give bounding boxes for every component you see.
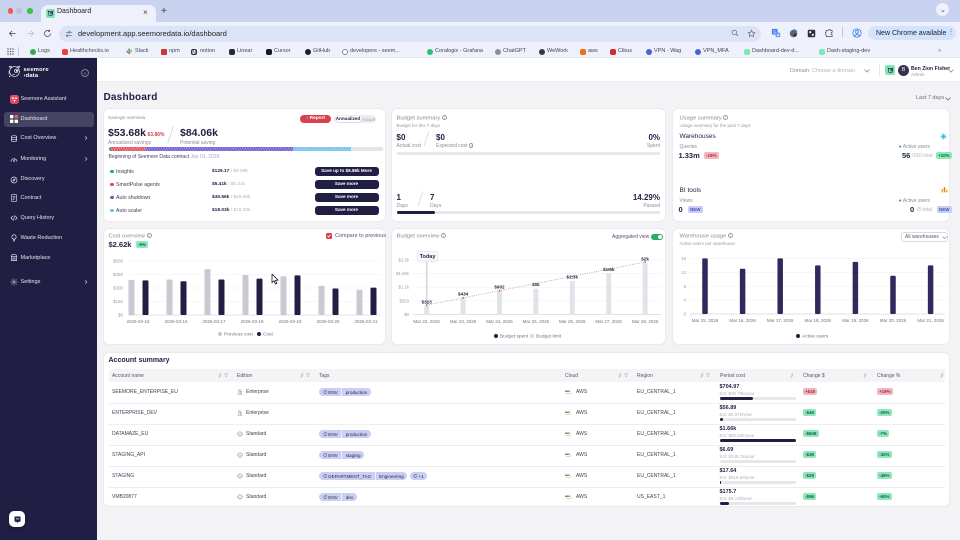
svg-text:$150: $150: [113, 299, 124, 304]
svg-text:aws: aws: [565, 474, 571, 477]
svg-text:Mar 18, 2026: Mar 18, 2026: [805, 318, 832, 323]
svg-text:Active users: Active users: [802, 334, 829, 340]
svg-text:$2k: $2k: [641, 257, 649, 262]
svg-text:Mar 17, 2026: Mar 17, 2026: [767, 318, 794, 323]
svg-text:$450: $450: [113, 272, 124, 277]
svg-text:$0: $0: [118, 313, 124, 318]
svg-text:2026-03-20: 2026-03-20: [316, 319, 340, 324]
svg-text:Mar 20, 2026: Mar 20, 2026: [880, 318, 907, 323]
svg-text:Cost: Cost: [263, 332, 274, 338]
svg-text:$902: $902: [494, 285, 505, 290]
svg-text:Mar 16, 2026: Mar 16, 2026: [729, 318, 756, 323]
svg-text:$1.1k: $1.1k: [398, 285, 409, 290]
svg-text:Mar 27, 2026: Mar 27, 2026: [595, 319, 622, 324]
svg-text:$300: $300: [113, 286, 124, 291]
svg-text:$0: $0: [404, 312, 409, 317]
svg-text:Mar 28, 2026: Mar 28, 2026: [632, 319, 659, 324]
svg-text:Mar 15, 2026: Mar 15, 2026: [692, 318, 719, 323]
svg-text:$323: $323: [422, 300, 433, 305]
svg-text:$434: $434: [458, 292, 469, 297]
svg-text:0: 0: [684, 312, 687, 317]
svg-text:aws: aws: [565, 411, 571, 414]
svg-text:aws: aws: [565, 495, 571, 498]
svg-text:Previous cost: Previous cost: [224, 332, 253, 338]
svg-text:Mar 22, 2026: Mar 22, 2026: [413, 319, 440, 324]
svg-text:2026-03-17: 2026-03-17: [202, 319, 226, 324]
svg-text:Mar 26, 2026: Mar 26, 2026: [559, 319, 586, 324]
svg-text:Mar 24, 2026: Mar 24, 2026: [486, 319, 513, 324]
svg-text:2026-03-16: 2026-03-16: [164, 319, 188, 324]
svg-text:16: 16: [681, 256, 686, 261]
svg-text:4: 4: [684, 298, 687, 303]
svg-text:$2.2k: $2.2k: [398, 258, 409, 263]
svg-text:Mar 19, 2026: Mar 19, 2026: [842, 318, 869, 323]
svg-text:$600: $600: [113, 259, 124, 264]
svg-text:Mar 23, 2026: Mar 23, 2026: [450, 319, 477, 324]
svg-text:aws: aws: [565, 453, 571, 456]
svg-text:$550: $550: [399, 298, 409, 303]
svg-text:aws: aws: [565, 390, 571, 393]
svg-text:Mar 25, 2026: Mar 25, 2026: [523, 319, 550, 324]
svg-text:2026-03-21: 2026-03-21: [354, 319, 378, 324]
svg-text:12: 12: [681, 270, 686, 275]
svg-text:$1.6k: $1.6k: [603, 267, 615, 272]
svg-text:8: 8: [684, 284, 687, 289]
svg-text:2026-03-19: 2026-03-19: [278, 319, 302, 324]
svg-text:$1.3k: $1.3k: [567, 275, 579, 280]
svg-text:Budget limit: Budget limit: [536, 334, 562, 340]
svg-text:Budget spent: Budget spent: [500, 334, 529, 340]
svg-text:2026-03-18: 2026-03-18: [240, 319, 264, 324]
svg-text:$1.65k: $1.65k: [396, 271, 410, 276]
svg-text:$1k: $1k: [532, 282, 540, 287]
svg-text:Mar 21, 2026: Mar 21, 2026: [917, 318, 944, 323]
svg-text:2026-03-15: 2026-03-15: [126, 319, 150, 324]
svg-text:aws: aws: [565, 432, 571, 435]
